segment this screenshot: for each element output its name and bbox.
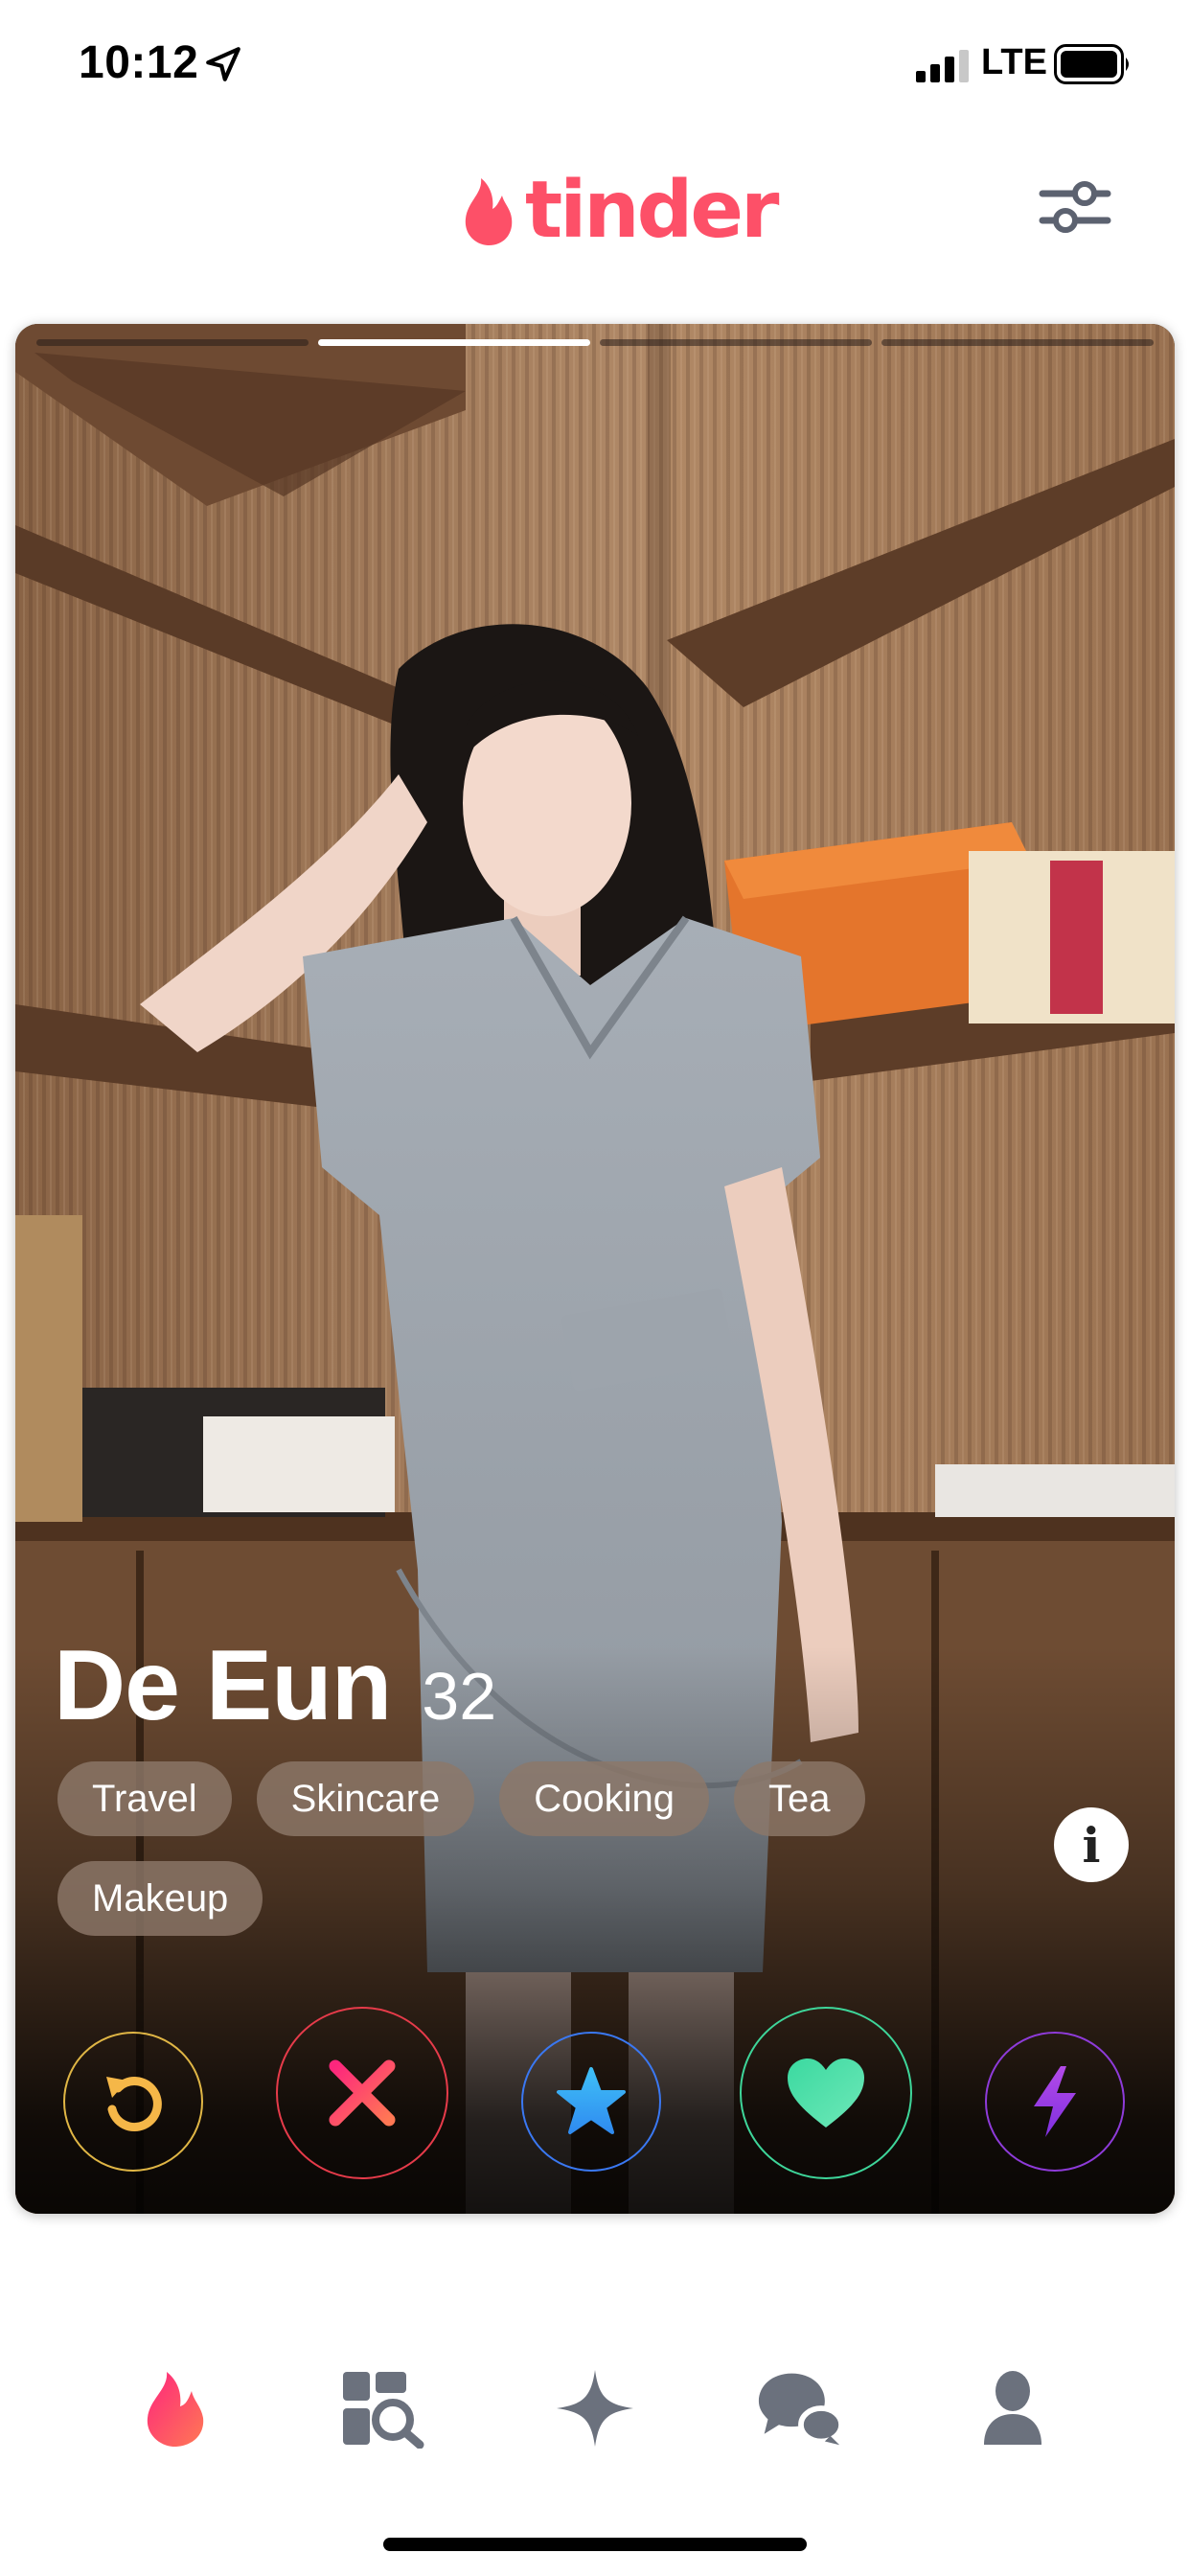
photo-progress-segment [600, 339, 872, 346]
interest-tag-cooking: Cooking [499, 1761, 710, 1836]
bottom-tab-bar [0, 2338, 1190, 2472]
tab-explore[interactable] [339, 2365, 425, 2451]
rewind-icon [106, 2077, 162, 2132]
tab-home[interactable] [132, 2365, 218, 2451]
location-arrow-icon [206, 47, 240, 81]
lightning-icon [1034, 2066, 1076, 2137]
nope-button[interactable] [276, 2007, 448, 2179]
photo-progress-segment-active [318, 339, 590, 346]
interest-tags: Travel Skincare Cooking Tea Makeup [57, 1761, 1025, 1936]
profile-card[interactable]: De Eun 32 Travel Skincare Cooking Tea Ma… [15, 324, 1175, 2214]
tab-profile[interactable] [970, 2365, 1056, 2451]
interest-tag-tea: Tea [734, 1761, 865, 1836]
interest-tag-makeup: Makeup [57, 1861, 263, 1936]
like-button[interactable] [740, 2007, 912, 2179]
star-icon [557, 2067, 626, 2134]
tab-messages[interactable] [757, 2365, 843, 2451]
battery-icon [1054, 44, 1129, 84]
photo-progress-segment [881, 339, 1154, 346]
chat-bubbles-icon [758, 2373, 843, 2446]
rewind-button[interactable] [63, 2032, 203, 2172]
profile-name-row: De Eun 32 [54, 1629, 496, 1743]
logo-text: tinder [525, 165, 779, 256]
profile-info-button[interactable]: i [1054, 1807, 1129, 1882]
tab-gold-home[interactable] [552, 2365, 638, 2451]
photo-progress-segment [36, 339, 309, 346]
app-header: tinder [0, 134, 1190, 316]
info-icon: i [1082, 1816, 1101, 1874]
profile-name: De Eun [54, 1630, 392, 1741]
flame-icon [465, 178, 513, 245]
heart-icon [788, 2058, 864, 2128]
status-time: 10:12 [79, 37, 199, 88]
home-indicator[interactable] [383, 2538, 807, 2551]
super-like-button[interactable] [521, 2032, 661, 2172]
tinder-logo[interactable]: tinder [460, 163, 779, 259]
explore-grid-icon [343, 2372, 424, 2449]
person-icon [984, 2371, 1041, 2445]
interest-tag-travel: Travel [57, 1761, 232, 1836]
signal-bars-icon [916, 50, 969, 82]
close-icon [329, 2059, 396, 2127]
interest-tag-skincare: Skincare [256, 1761, 475, 1836]
sparkle-icon [557, 2370, 633, 2447]
status-bar: 10:12 LTE [0, 0, 1190, 134]
flame-icon [147, 2372, 204, 2447]
network-label: LTE [981, 42, 1047, 82]
sliders-icon[interactable] [1037, 169, 1113, 245]
swipe-action-bar [15, 2003, 1175, 2195]
photo-progress-indicator [36, 339, 1154, 347]
profile-age: 32 [422, 1659, 497, 1734]
boost-button[interactable] [985, 2032, 1125, 2172]
